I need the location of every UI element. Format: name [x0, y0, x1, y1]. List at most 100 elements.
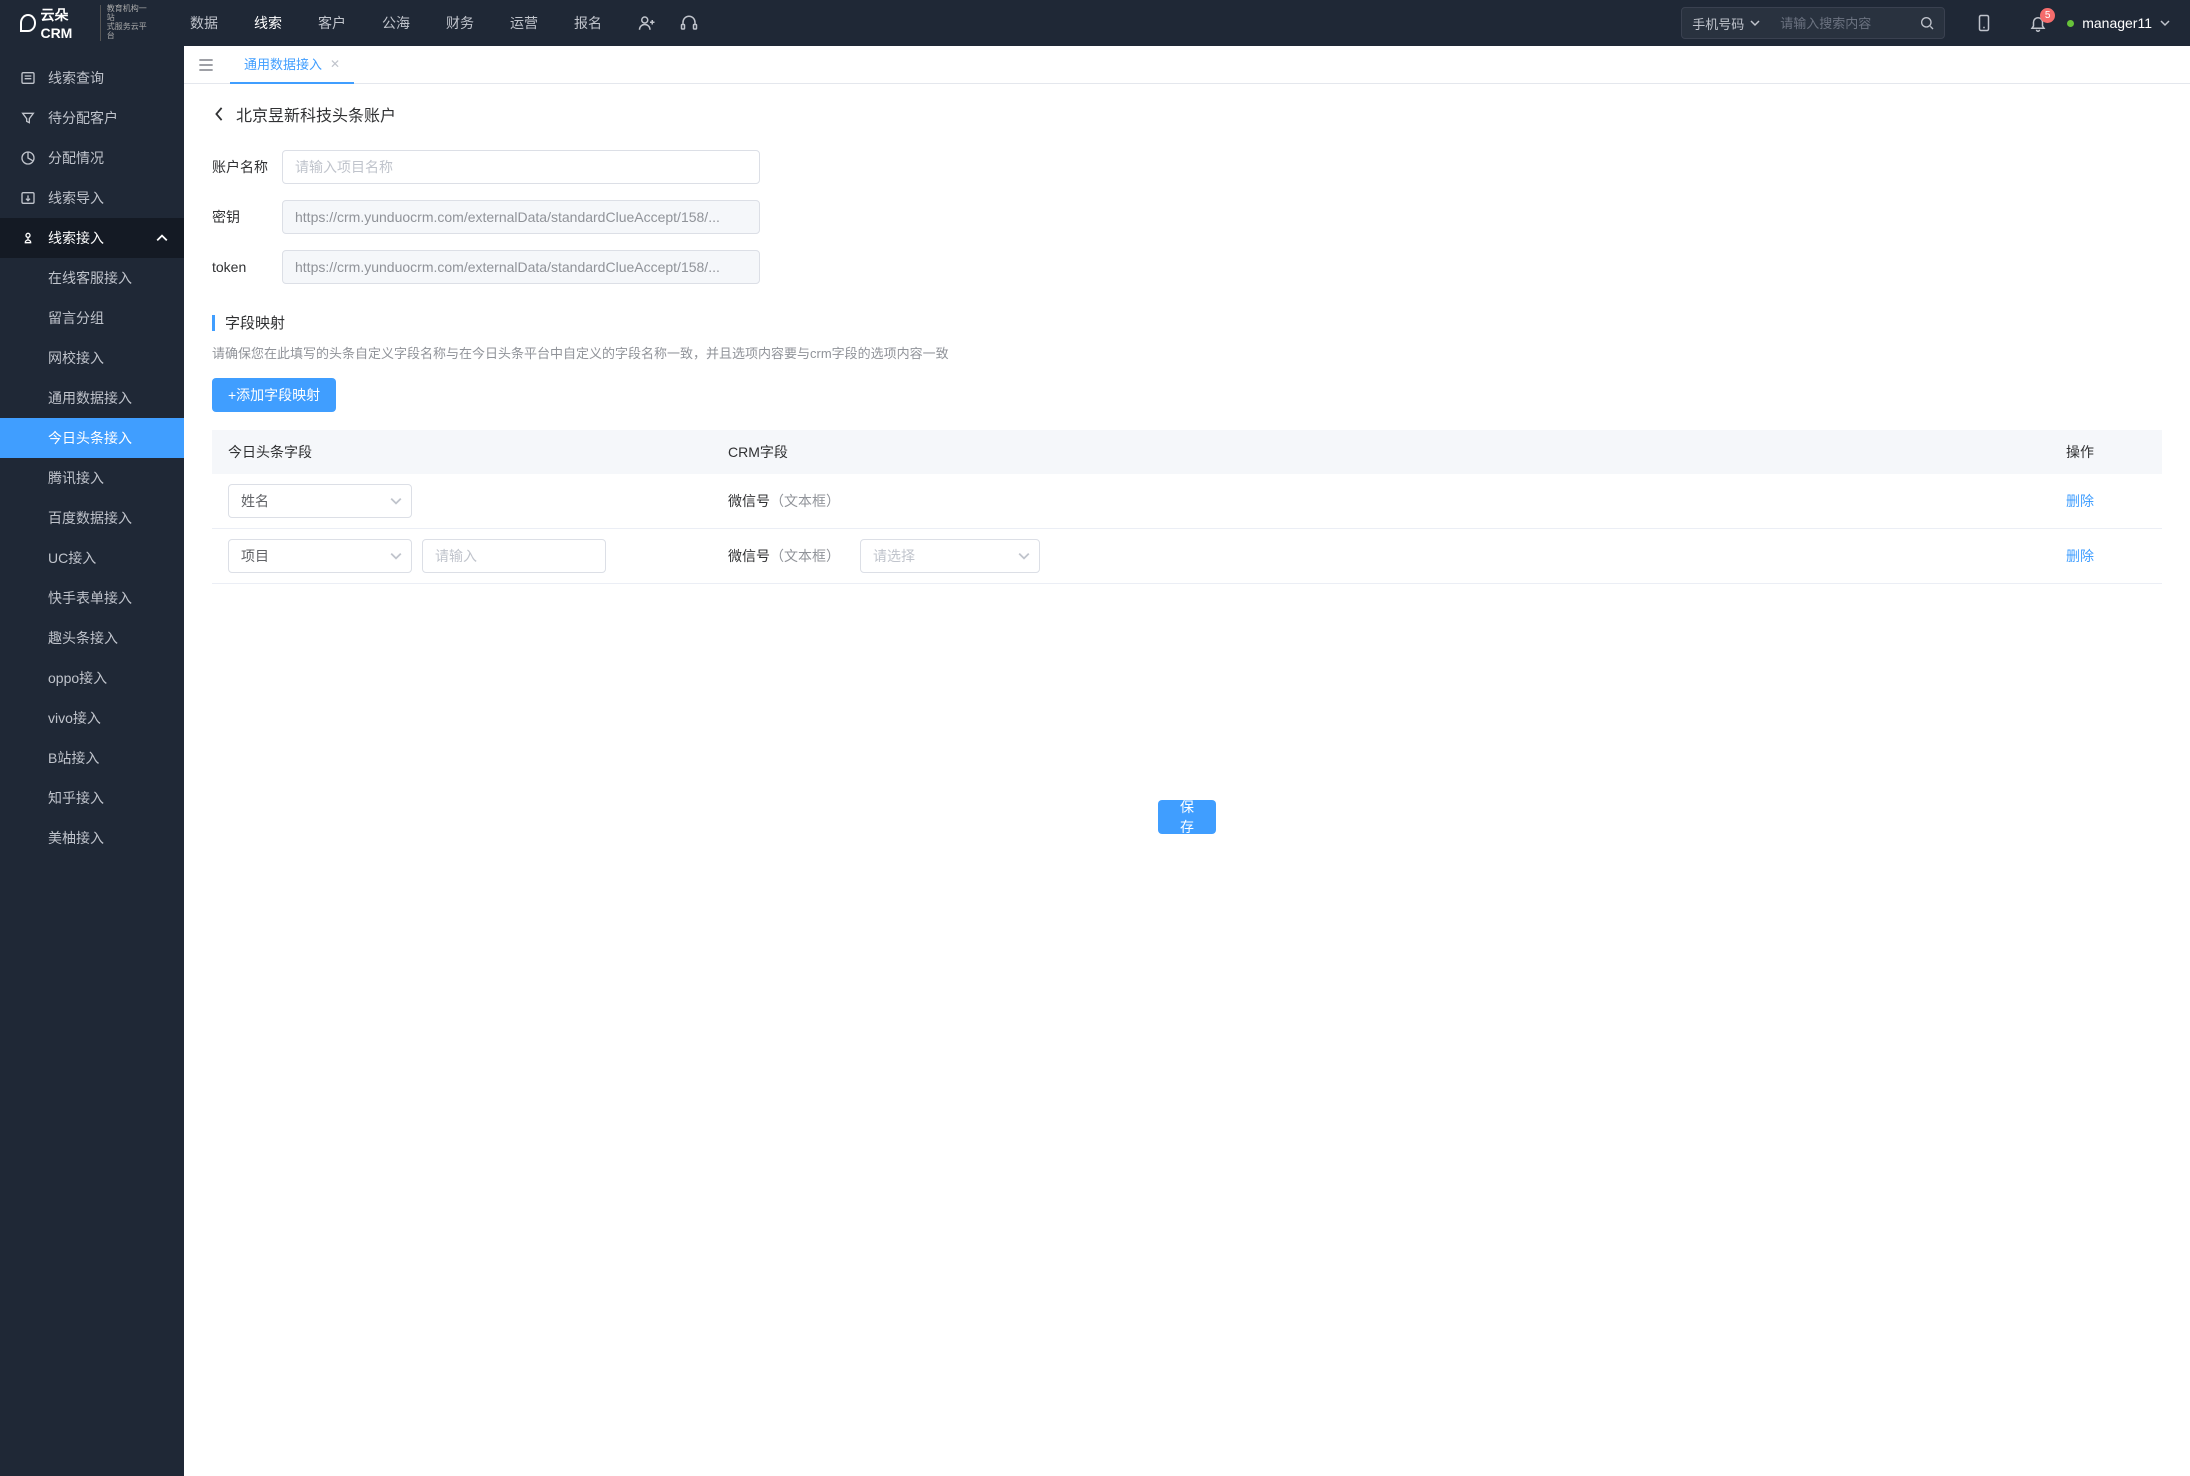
key-label: 密钥 [212, 207, 282, 227]
token-input[interactable] [282, 250, 760, 284]
toutiao-field-select[interactable]: 姓名 [228, 484, 412, 518]
crm-field-select[interactable]: 请选择 [860, 539, 1040, 573]
sidebar-item-clue-query[interactable]: 线索查询 [0, 58, 184, 98]
sidebar-sub-label: 网校接入 [48, 348, 104, 368]
filter-icon [20, 110, 36, 126]
table-header: 今日头条字段 CRM字段 操作 [212, 430, 2162, 474]
upload-icon [20, 190, 36, 206]
sidebar-sub-label: 在线客服接入 [48, 268, 132, 288]
headset-icon[interactable] [680, 14, 698, 32]
sidebar-sub-zhihu[interactable]: 知乎接入 [0, 778, 184, 818]
sidebar-sub-label: 通用数据接入 [48, 388, 132, 408]
sidebar-sub-online[interactable]: 在线客服接入 [0, 258, 184, 298]
page-title: 北京昱新科技头条账户 [236, 102, 396, 126]
sidebar-group-access[interactable]: 线索接入 [0, 218, 184, 258]
sidebar-item-distribution[interactable]: 分配情况 [0, 138, 184, 178]
top-header: 云朵CRM 教育机构一站 式服务云平台 数据 线索 客户 公海 财务 运营 报名… [0, 0, 2190, 46]
sidebar-sub-oppo[interactable]: oppo接入 [0, 658, 184, 698]
add-mapping-button[interactable]: +添加字段映射 [212, 378, 336, 412]
search-input[interactable] [1770, 16, 1910, 31]
sidebar-sub-label: B站接入 [48, 748, 99, 768]
search-icon [1919, 15, 1935, 31]
select-value: 姓名 [241, 491, 269, 511]
nav-sea[interactable]: 公海 [382, 13, 410, 33]
table-row: 项目 微信号（文本框） 请选择 删除 [212, 529, 2162, 584]
back-icon[interactable] [212, 107, 226, 121]
search-button[interactable] [1910, 7, 1944, 39]
chevron-down-icon [1750, 18, 1760, 28]
nav-data[interactable]: 数据 [190, 13, 218, 33]
select-placeholder: 请选择 [873, 546, 915, 566]
tab-generic-data[interactable]: 通用数据接入 ✕ [230, 46, 354, 84]
nav-signup[interactable]: 报名 [574, 13, 602, 33]
section-description: 请确保您在此填写的头条自定义字段名称与在今日头条平台中自定义的字段名称一致，并且… [212, 343, 2162, 362]
sidebar-label: 线索导入 [48, 188, 104, 208]
sidebar-label: 分配情况 [48, 148, 104, 168]
sidebar-sub-baidu[interactable]: 百度数据接入 [0, 498, 184, 538]
token-label: token [212, 259, 282, 275]
sidebar-sub-vivo[interactable]: vivo接入 [0, 698, 184, 738]
sidebar-label: 线索查询 [48, 68, 104, 88]
account-name-label: 账户名称 [212, 157, 282, 177]
notifications-button[interactable]: 5 [2029, 14, 2047, 32]
pie-icon [20, 150, 36, 166]
chevron-up-icon [156, 232, 168, 244]
sidebar-sub-label: oppo接入 [48, 668, 107, 688]
mobile-icon[interactable] [1975, 14, 1993, 32]
sidebar-sub-label: 百度数据接入 [48, 508, 132, 528]
sidebar-label: 线索接入 [48, 228, 104, 248]
select-value: 项目 [241, 546, 269, 566]
toutiao-field-input[interactable] [422, 539, 606, 573]
user-add-icon[interactable] [638, 14, 656, 32]
save-button[interactable]: 保存 [1158, 800, 1216, 834]
nav-clue[interactable]: 线索 [254, 13, 282, 33]
logo-text: 云朵CRM [40, 5, 93, 41]
nav-operation[interactable]: 运营 [510, 13, 538, 33]
th-action: 操作 [2066, 442, 2146, 462]
sidebar-item-import[interactable]: 线索导入 [0, 178, 184, 218]
search-type-select[interactable]: 手机号码 [1682, 14, 1770, 33]
tab-close-button[interactable]: ✕ [330, 57, 340, 71]
sidebar-sub-uc[interactable]: UC接入 [0, 538, 184, 578]
sidebar-sub-label: 留言分组 [48, 308, 104, 328]
sidebar-sub-toutiao[interactable]: 今日头条接入 [0, 418, 184, 458]
section-bar [212, 315, 215, 331]
nav-finance[interactable]: 财务 [446, 13, 474, 33]
crm-field-label: 微信号（文本框） [728, 546, 840, 566]
th-crm: CRM字段 [728, 442, 2066, 462]
nav-customer[interactable]: 客户 [318, 13, 346, 33]
sidebar-sub-school[interactable]: 网校接入 [0, 338, 184, 378]
account-name-input[interactable] [282, 150, 760, 184]
delete-button[interactable]: 删除 [2066, 493, 2094, 509]
username: manager11 [2082, 15, 2152, 31]
sidebar-sub-meiyou[interactable]: 美柚接入 [0, 818, 184, 858]
sidebar-sub-label: 趣头条接入 [48, 628, 118, 648]
delete-button[interactable]: 删除 [2066, 548, 2094, 564]
top-nav: 数据 线索 客户 公海 财务 运营 报名 [190, 13, 602, 33]
chevron-down-icon [2160, 18, 2170, 28]
sidebar-sub-bilibili[interactable]: B站接入 [0, 738, 184, 778]
sidebar: 线索查询 待分配客户 分配情况 线索导入 线索接入 在线客服接入 留言分组 网校… [0, 46, 184, 1476]
search-box: 手机号码 [1681, 7, 1945, 39]
sidebar-sub-label: 知乎接入 [48, 788, 104, 808]
sidebar-sub-message[interactable]: 留言分组 [0, 298, 184, 338]
key-input[interactable] [282, 200, 760, 234]
toutiao-field-select[interactable]: 项目 [228, 539, 412, 573]
logo-subtitle-2: 式服务云平台 [107, 23, 150, 41]
sidebar-sub-label: 快手表单接入 [48, 588, 132, 608]
sidebar-sub-generic[interactable]: 通用数据接入 [0, 378, 184, 418]
table-row: 姓名 微信号（文本框） 删除 [212, 474, 2162, 529]
collapse-icon[interactable] [196, 55, 216, 75]
sidebar-sub-kuaishou[interactable]: 快手表单接入 [0, 578, 184, 618]
logo-subtitle-1: 教育机构一站 [107, 5, 150, 23]
crm-field-label: 微信号（文本框） [728, 493, 840, 509]
list-icon [20, 70, 36, 86]
search-type-label: 手机号码 [1692, 14, 1744, 33]
sidebar-sub-tencent[interactable]: 腾讯接入 [0, 458, 184, 498]
section-title: 字段映射 [225, 312, 285, 333]
tabs-bar: 通用数据接入 ✕ [184, 46, 2190, 84]
sidebar-sub-qutoutiao[interactable]: 趣头条接入 [0, 618, 184, 658]
sidebar-item-pending[interactable]: 待分配客户 [0, 98, 184, 138]
cloud-icon [20, 14, 36, 32]
user-menu[interactable]: manager11 [2067, 15, 2170, 31]
